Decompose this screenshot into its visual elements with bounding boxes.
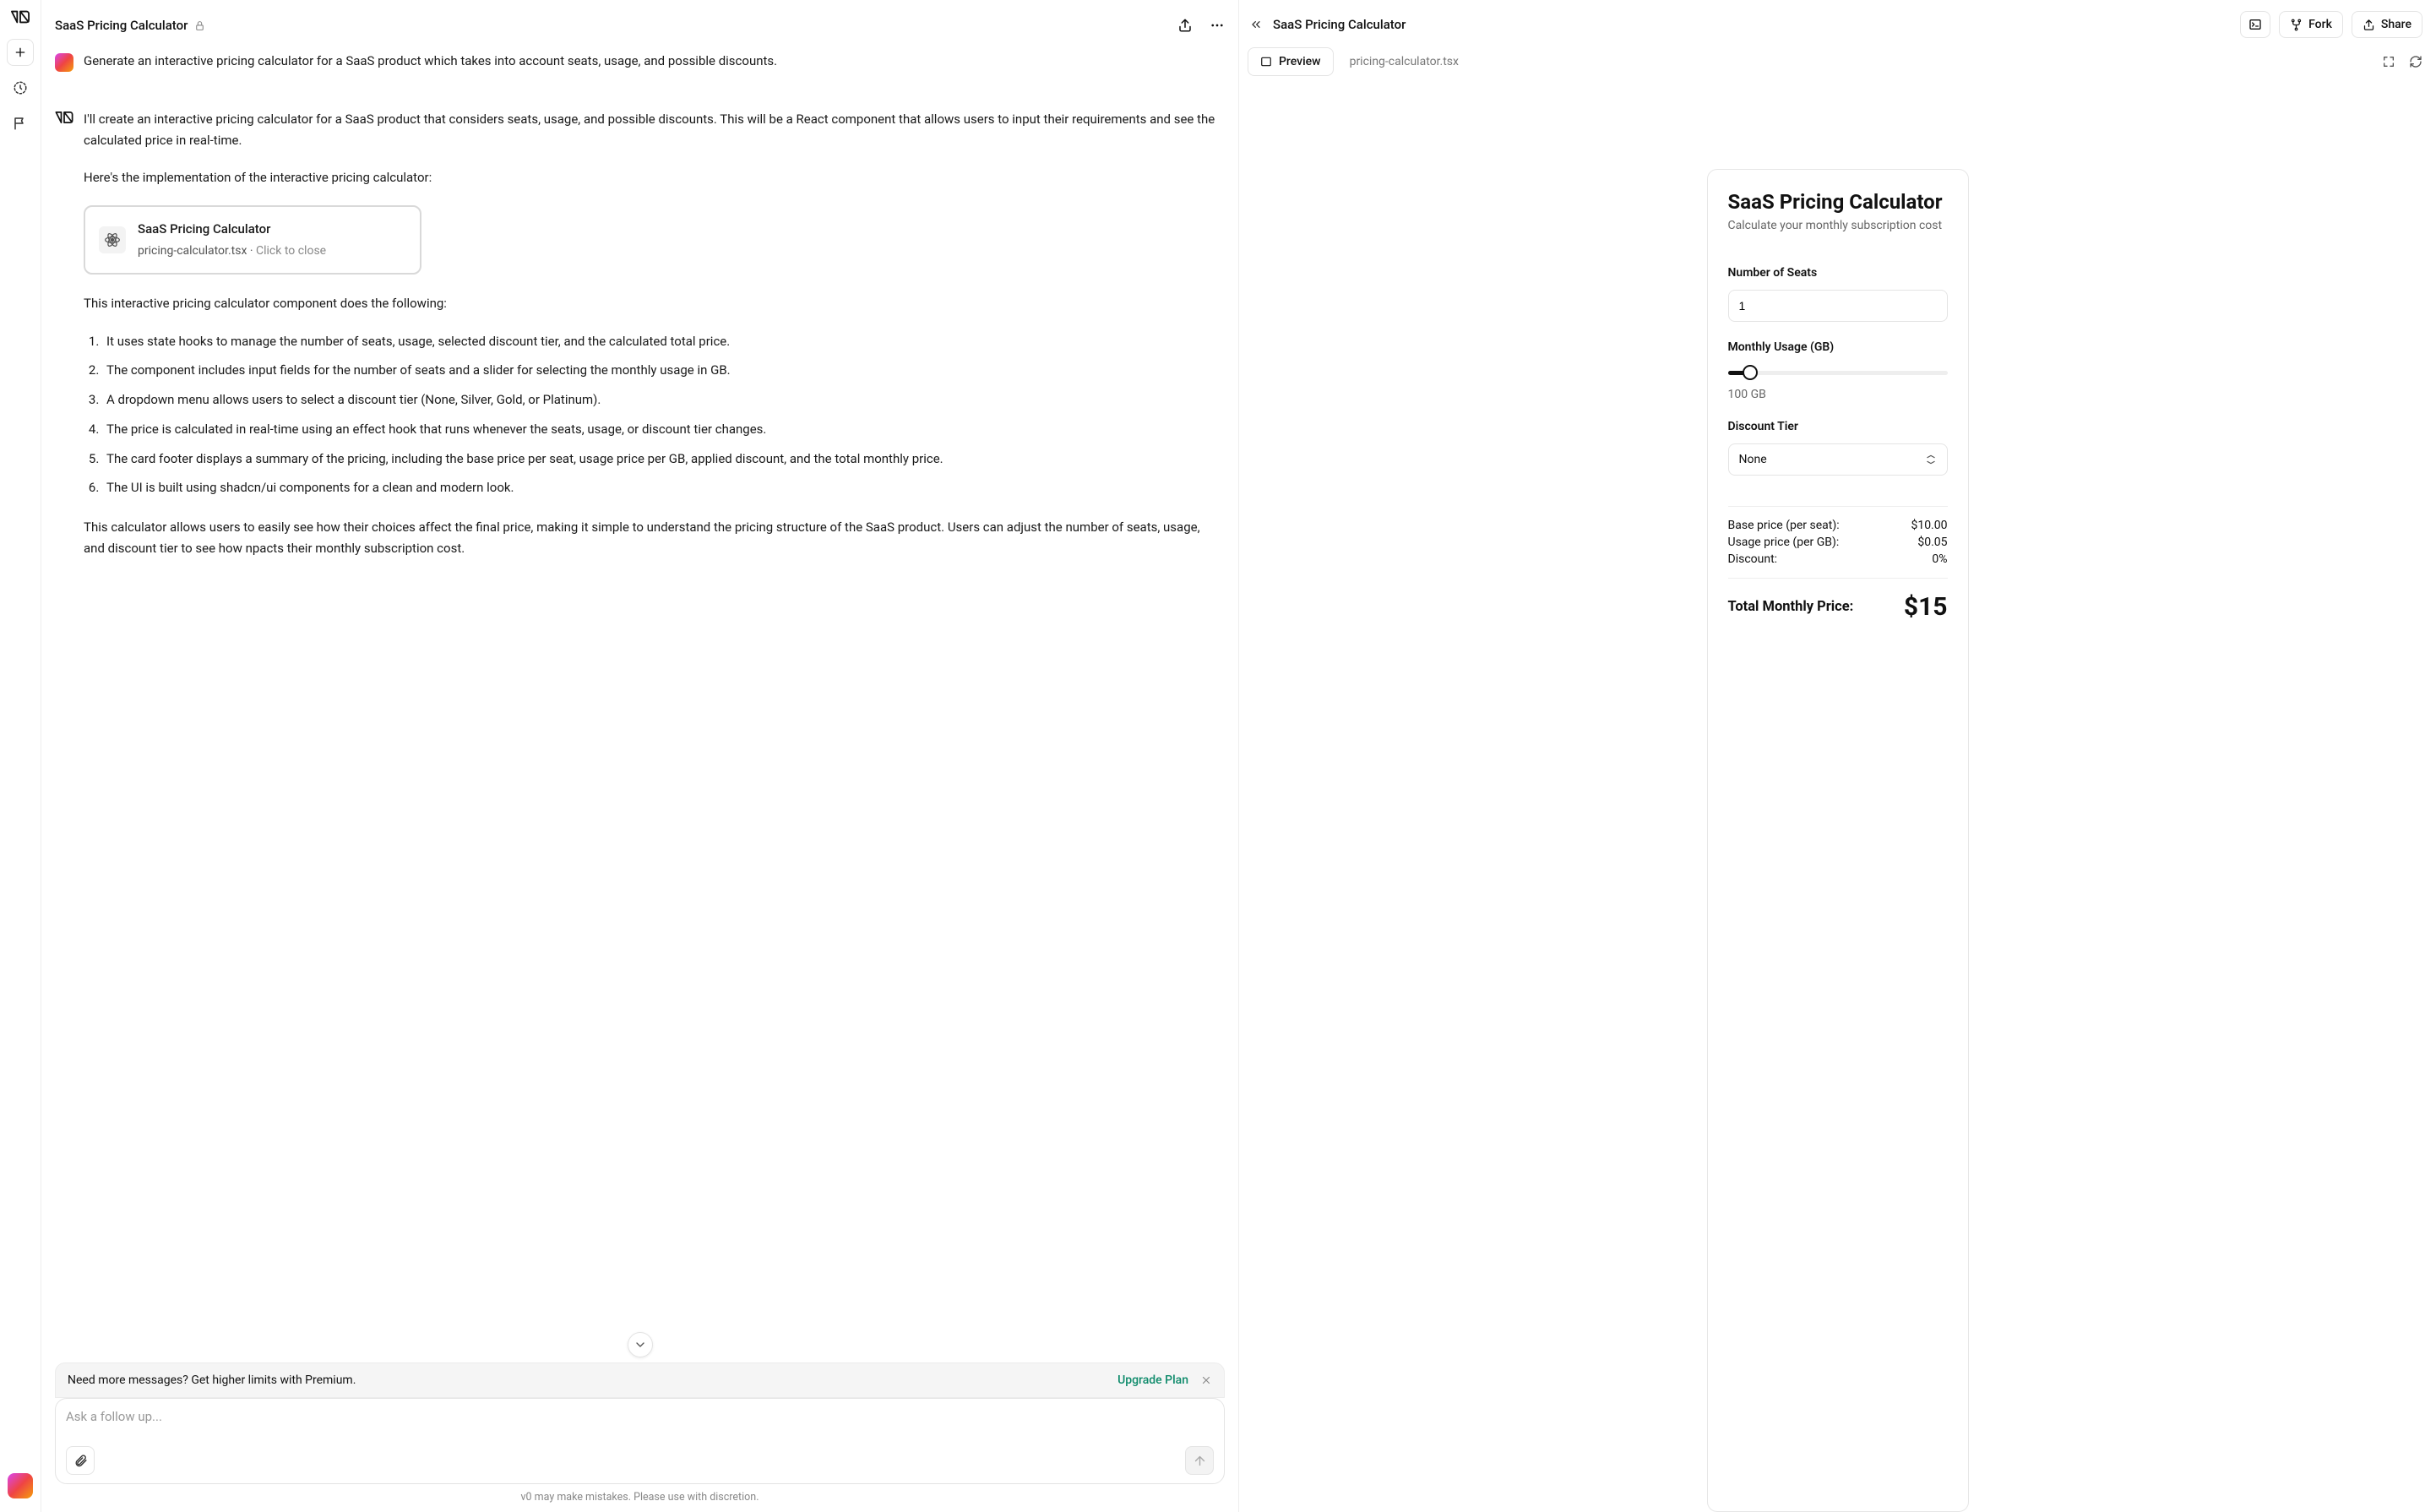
fork-button[interactable]: Fork [2279,11,2343,38]
attach-button[interactable] [66,1446,95,1475]
share-button[interactable]: Share [2352,11,2422,38]
tab-preview[interactable]: Preview [1248,47,1334,76]
code-artifact-card[interactable]: SaaS Pricing Calculator pricing-calculat… [84,205,421,275]
usage-price-value: $0.05 [1917,536,1947,549]
window-icon [1260,56,1272,68]
chat-title: SaaS Pricing Calculator [55,18,188,33]
flag-icon[interactable] [7,110,34,137]
new-chat-button[interactable] [7,39,34,66]
fork-icon [2290,19,2303,31]
export-icon[interactable] [1177,18,1193,33]
chat-pane: SaaS Pricing Calculator Generate an inte… [41,0,1239,1512]
base-price-label: Base price (per seat): [1728,519,1840,532]
v0-logo [11,10,30,24]
slider-thumb[interactable] [1743,365,1758,380]
total-label: Total Monthly Price: [1728,599,1854,615]
export-icon [2363,19,2375,31]
list-item: It uses state hooks to manage the number… [102,331,1221,352]
user-message: Generate an interactive pricing calculat… [84,51,1221,72]
banner-text: Need more messages? Get higher limits wi… [68,1373,356,1387]
refresh-icon[interactable] [2409,55,2422,68]
list-item: The component includes input fields for … [102,360,1221,381]
base-price-value: $10.00 [1911,519,1947,532]
list-item: The price is calculated in real-time usi… [102,419,1221,440]
list-item: The card footer displays a summary of th… [102,449,1221,470]
lock-icon [194,20,205,31]
paperclip-icon [73,1454,88,1468]
assistant-lead: Here's the implementation of the interac… [84,167,1221,188]
react-icon [99,226,126,253]
chat-scroll[interactable]: Generate an interactive pricing calculat… [41,42,1238,1362]
total-value: $15 [1904,592,1948,622]
preview-canvas: SaaS Pricing Calculator Calculate your m… [1239,76,2436,1512]
more-icon[interactable] [1210,18,1225,33]
user-avatar-small [55,53,73,72]
tab-file[interactable]: pricing-calculator.tsx [1337,47,1471,76]
usage-price-label: Usage price (per GB): [1728,536,1840,549]
console-button[interactable] [2240,11,2270,38]
arrow-up-icon [1193,1454,1207,1468]
fullscreen-icon[interactable] [2382,55,2395,68]
composer [55,1398,1225,1484]
discount-summary-value: 0% [1932,552,1947,566]
assistant-outro: This calculator allows users to easily s… [84,517,1221,559]
code-card-title: SaaS Pricing Calculator [138,219,326,240]
list-item: A dropdown menu allows users to select a… [102,389,1221,411]
assistant-bullet-list: It uses state hooks to manage the number… [84,331,1221,499]
seats-label: Number of Seats [1728,266,1948,280]
assistant-avatar [55,111,73,130]
followup-input[interactable] [66,1409,1214,1433]
assistant-post: This interactive pricing calculator comp… [84,293,1221,314]
upgrade-link[interactable]: Upgrade Plan [1117,1373,1188,1387]
code-card-hint: Click to close [256,244,326,258]
discount-select[interactable]: None [1728,443,1948,476]
usage-value: 100 GB [1728,388,1948,401]
history-icon[interactable] [7,74,34,101]
close-icon[interactable] [1200,1374,1212,1386]
seats-input[interactable] [1728,290,1948,322]
preview-title: SaaS Pricing Calculator [1273,17,1406,32]
left-rail [0,0,41,1512]
scroll-to-bottom-button[interactable] [628,1332,653,1357]
disclaimer-text: v0 may make mistakes. Please use with di… [41,1491,1238,1512]
card-subtitle: Calculate your monthly subscription cost [1728,219,1948,232]
assistant-intro: I'll create an interactive pricing calcu… [84,109,1221,151]
code-card-file: pricing-calculator.tsx [138,244,247,258]
usage-label: Monthly Usage (GB) [1728,340,1948,354]
chevron-down-icon [1925,454,1937,465]
terminal-icon [2248,18,2262,31]
list-item: The UI is built using shadcn/ui componen… [102,477,1221,498]
pricing-card: SaaS Pricing Calculator Calculate your m… [1707,169,1969,1512]
user-avatar[interactable] [8,1473,33,1498]
usage-slider[interactable] [1728,364,1948,381]
collapse-icon[interactable] [1249,18,1263,31]
discount-summary-label: Discount: [1728,552,1778,566]
preview-pane: SaaS Pricing Calculator Fork Share [1239,0,2436,1512]
upgrade-banner: Need more messages? Get higher limits wi… [55,1362,1225,1398]
card-heading: SaaS Pricing Calculator [1728,190,1948,214]
send-button[interactable] [1185,1446,1214,1475]
discount-label: Discount Tier [1728,420,1948,433]
